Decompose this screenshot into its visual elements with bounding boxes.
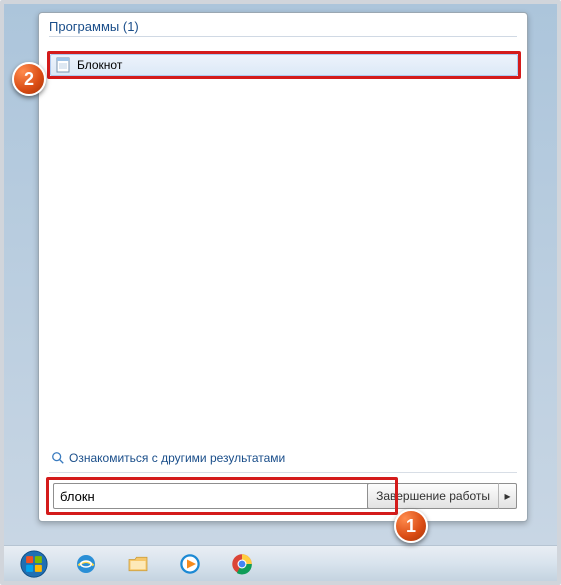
category-label: Программы (49, 19, 119, 34)
results-category-header: Программы (1) (39, 13, 527, 36)
category-count: (1) (123, 19, 139, 34)
bottom-divider (49, 472, 517, 473)
chrome-icon (230, 552, 254, 576)
annotation-badge-1: 1 (394, 509, 428, 543)
folder-icon (126, 552, 150, 576)
shutdown-split-button: Завершение работы ▸ (367, 483, 517, 509)
search-input[interactable] (60, 489, 370, 504)
taskbar (4, 545, 557, 581)
taskbar-app-ie[interactable] (62, 549, 110, 579)
more-results-label: Ознакомиться с другими результатами (69, 451, 285, 465)
taskbar-app-chrome[interactable] (218, 549, 266, 579)
chevron-right-icon: ▸ (504, 489, 510, 503)
results-empty-area (47, 77, 519, 469)
shutdown-options-button[interactable]: ▸ (499, 483, 517, 509)
annotation-badge-1-label: 1 (406, 516, 416, 537)
category-divider (49, 36, 517, 37)
more-results-link[interactable]: Ознакомиться с другими результатами (51, 451, 285, 465)
search-icon (51, 451, 65, 465)
annotation-badge-2-label: 2 (24, 69, 34, 90)
shutdown-label: Завершение работы (376, 489, 490, 503)
annotation-badge-2: 2 (12, 62, 46, 96)
taskbar-app-explorer[interactable] (114, 549, 162, 579)
result-label: Блокнот (77, 58, 122, 72)
start-menu-panel: Программы (1) Блокнот Ознакомиться с дру… (38, 12, 528, 522)
start-button[interactable] (10, 549, 58, 579)
ie-icon (74, 552, 98, 576)
search-box[interactable]: × (53, 483, 391, 509)
wmp-icon (178, 552, 202, 576)
notepad-icon (55, 57, 71, 73)
shutdown-button[interactable]: Завершение работы (367, 483, 499, 509)
search-result-item[interactable]: Блокнот (50, 54, 518, 76)
windows-start-icon (20, 550, 48, 578)
taskbar-app-wmp[interactable] (166, 549, 214, 579)
